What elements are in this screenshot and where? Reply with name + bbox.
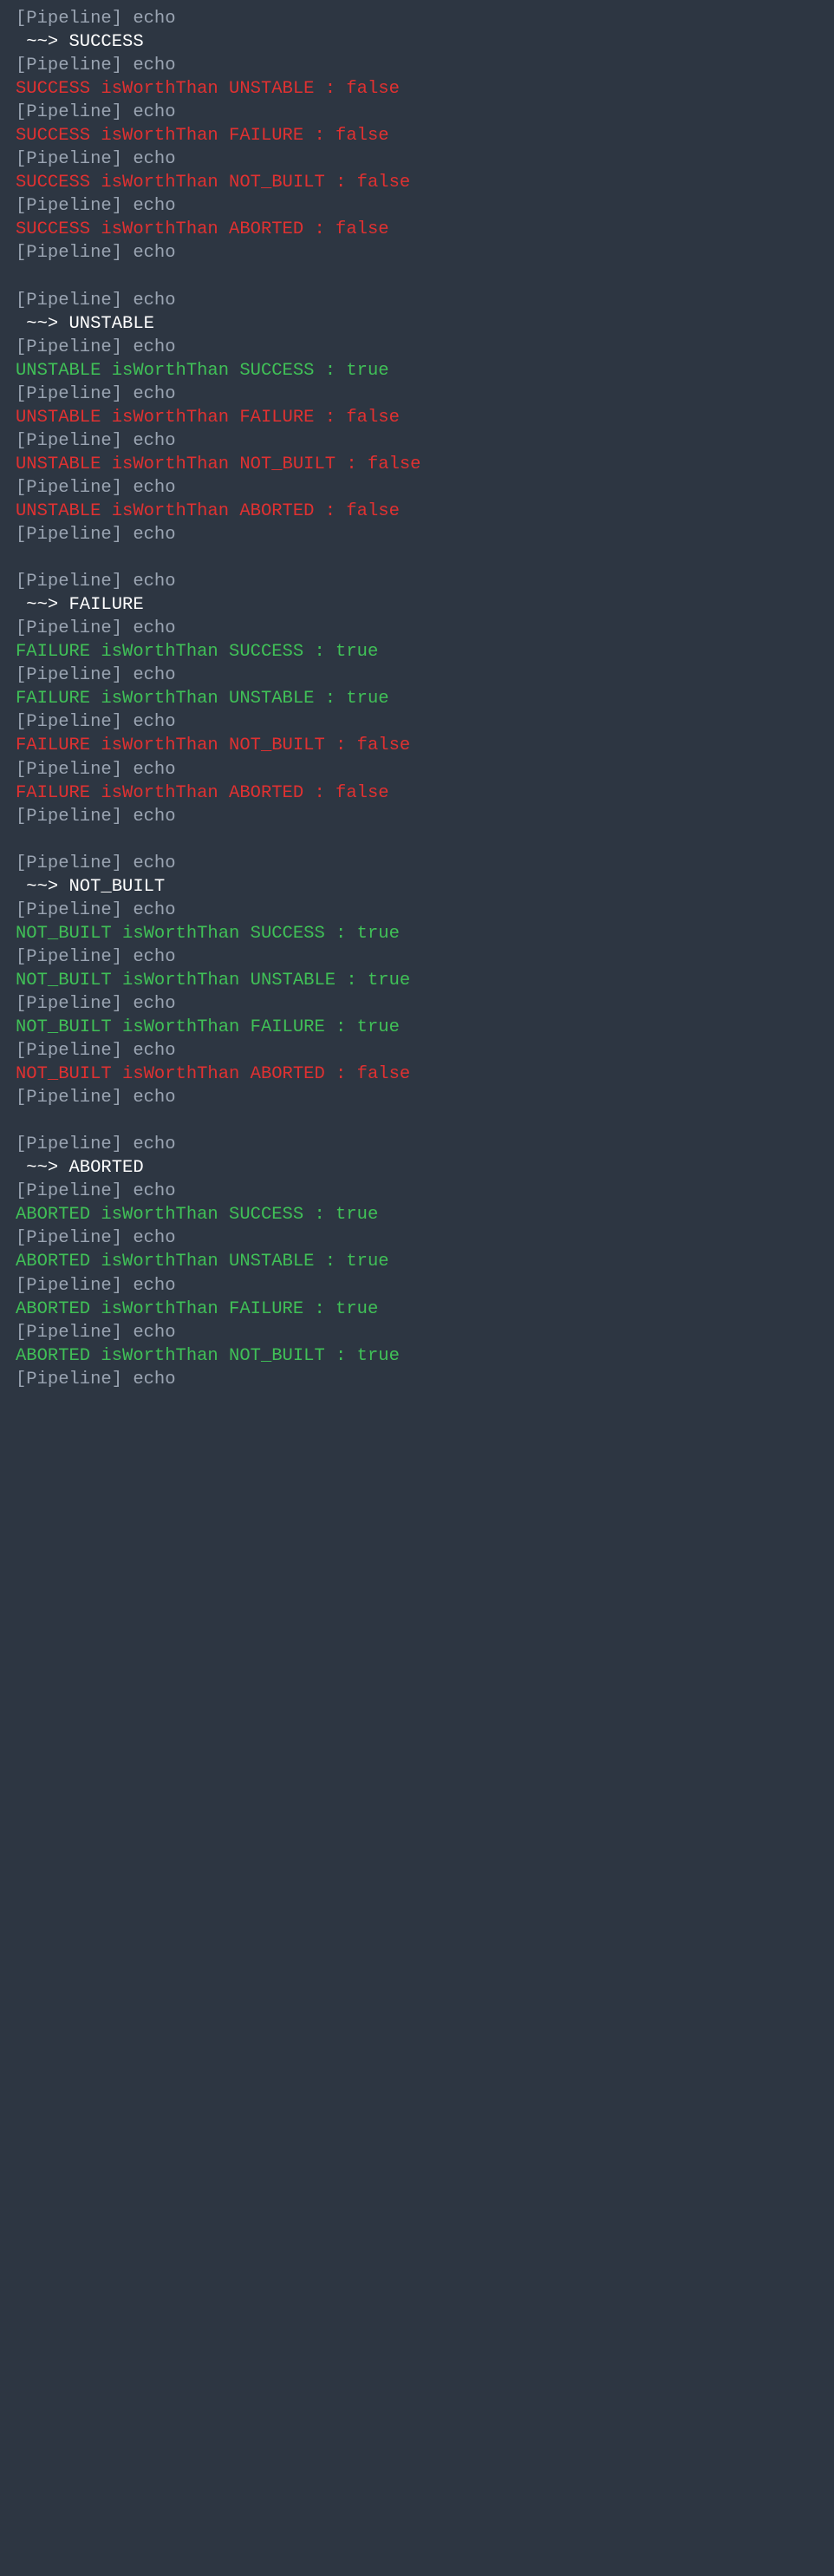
- blank-line: [16, 1109, 818, 1133]
- result-line: SUCCESS isWorthThan NOT_BUILT : false: [16, 171, 818, 194]
- pipeline-echo: [Pipeline] echo: [16, 1226, 818, 1250]
- pipeline-echo: [Pipeline] echo: [16, 992, 818, 1016]
- pipeline-echo: [Pipeline] echo: [16, 147, 818, 171]
- pipeline-echo: [Pipeline] echo: [16, 54, 818, 77]
- console-output: [Pipeline] echo ~~> SUCCESS[Pipeline] ec…: [0, 0, 834, 1407]
- result-line: FAILURE isWorthThan SUCCESS : true: [16, 640, 818, 664]
- blank-line: [16, 265, 818, 289]
- result-line: SUCCESS isWorthThan FAILURE : false: [16, 124, 818, 147]
- result-line: FAILURE isWorthThan NOT_BUILT : false: [16, 734, 818, 757]
- result-line: ABORTED isWorthThan UNSTABLE : true: [16, 1250, 818, 1273]
- pipeline-echo: [Pipeline] echo: [16, 336, 818, 359]
- pipeline-echo: [Pipeline] echo: [16, 1274, 818, 1298]
- blank-line: [16, 546, 818, 570]
- pipeline-echo: [Pipeline] echo: [16, 945, 818, 969]
- section-header: ~~> FAILURE: [16, 593, 818, 617]
- result-line: NOT_BUILT isWorthThan UNSTABLE : true: [16, 969, 818, 992]
- result-line: FAILURE isWorthThan ABORTED : false: [16, 781, 818, 805]
- pipeline-echo: [Pipeline] echo: [16, 382, 818, 406]
- pipeline-echo: [Pipeline] echo: [16, 710, 818, 734]
- pipeline-echo: [Pipeline] echo: [16, 758, 818, 781]
- pipeline-echo: [Pipeline] echo: [16, 194, 818, 218]
- pipeline-echo: [Pipeline] echo: [16, 1133, 818, 1156]
- pipeline-echo: [Pipeline] echo: [16, 664, 818, 687]
- section-header: ~~> ABORTED: [16, 1156, 818, 1180]
- result-line: ABORTED isWorthThan NOT_BUILT : true: [16, 1344, 818, 1368]
- pipeline-echo: [Pipeline] echo: [16, 7, 818, 30]
- result-line: UNSTABLE isWorthThan SUCCESS : true: [16, 359, 818, 382]
- blank-line: [16, 828, 818, 852]
- pipeline-echo: [Pipeline] echo: [16, 1180, 818, 1203]
- pipeline-echo: [Pipeline] echo: [16, 1039, 818, 1062]
- result-line: UNSTABLE isWorthThan ABORTED : false: [16, 500, 818, 523]
- section-header: ~~> NOT_BUILT: [16, 875, 818, 899]
- result-line: NOT_BUILT isWorthThan SUCCESS : true: [16, 922, 818, 945]
- result-line: NOT_BUILT isWorthThan FAILURE : true: [16, 1016, 818, 1039]
- section-header: ~~> UNSTABLE: [16, 312, 818, 336]
- result-line: UNSTABLE isWorthThan NOT_BUILT : false: [16, 453, 818, 476]
- pipeline-echo: [Pipeline] echo: [16, 1368, 818, 1391]
- pipeline-echo: [Pipeline] echo: [16, 617, 818, 640]
- pipeline-echo: [Pipeline] echo: [16, 101, 818, 124]
- pipeline-echo: [Pipeline] echo: [16, 476, 818, 500]
- pipeline-echo: [Pipeline] echo: [16, 523, 818, 546]
- result-line: NOT_BUILT isWorthThan ABORTED : false: [16, 1062, 818, 1086]
- result-line: SUCCESS isWorthThan ABORTED : false: [16, 218, 818, 241]
- pipeline-echo: [Pipeline] echo: [16, 899, 818, 922]
- pipeline-echo: [Pipeline] echo: [16, 289, 818, 312]
- result-line: ABORTED isWorthThan FAILURE : true: [16, 1298, 818, 1321]
- section-header: ~~> SUCCESS: [16, 30, 818, 54]
- pipeline-echo: [Pipeline] echo: [16, 852, 818, 875]
- pipeline-echo: [Pipeline] echo: [16, 1086, 818, 1109]
- result-line: FAILURE isWorthThan UNSTABLE : true: [16, 687, 818, 710]
- result-line: SUCCESS isWorthThan UNSTABLE : false: [16, 77, 818, 101]
- pipeline-echo: [Pipeline] echo: [16, 429, 818, 453]
- pipeline-echo: [Pipeline] echo: [16, 241, 818, 265]
- result-line: ABORTED isWorthThan SUCCESS : true: [16, 1203, 818, 1226]
- result-line: UNSTABLE isWorthThan FAILURE : false: [16, 406, 818, 429]
- pipeline-echo: [Pipeline] echo: [16, 1321, 818, 1344]
- pipeline-echo: [Pipeline] echo: [16, 570, 818, 593]
- pipeline-echo: [Pipeline] echo: [16, 805, 818, 828]
